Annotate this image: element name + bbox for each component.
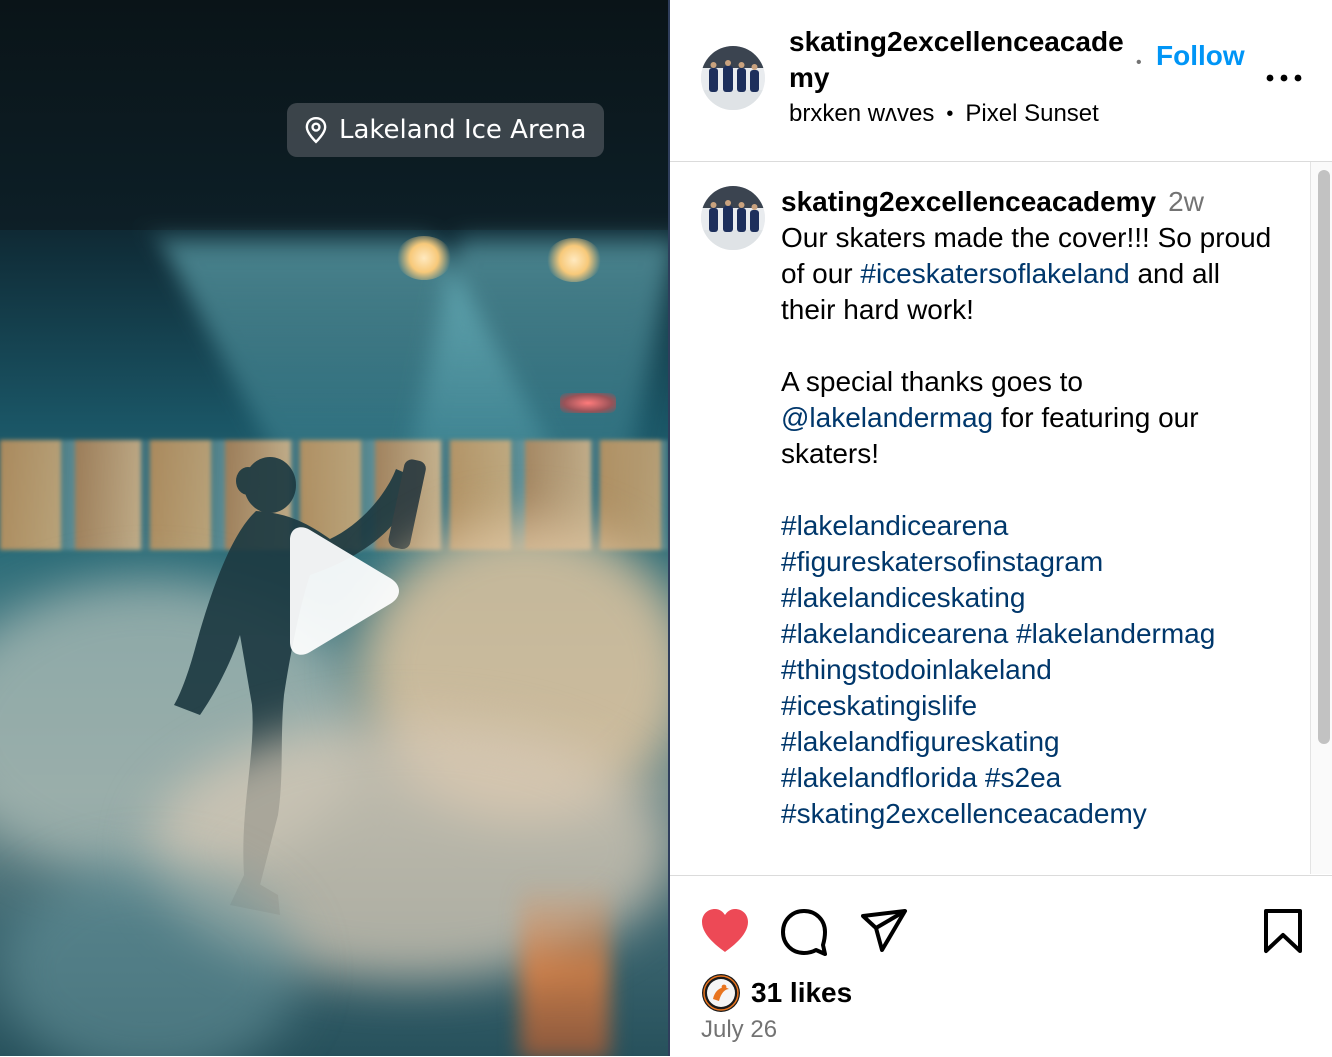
avatar-image [701,186,765,250]
exit-sign-glow [560,393,616,413]
hashtag-link[interactable]: #lakelandiceskating [781,582,1025,613]
likes-count[interactable]: 31 likes [751,977,852,1009]
audio-artist: brxken wʌves [789,100,935,127]
audio-track: Pixel Sunset [965,100,1099,127]
avatar-image [701,46,765,110]
hashtag-link[interactable]: #iceskatersoflakeland [860,258,1129,289]
header-username[interactable]: skating2excellenceacademy [789,24,1129,96]
post-date[interactable]: July 26 [701,1016,777,1044]
spotlight [396,236,452,280]
spotlight [546,238,602,282]
follow-button[interactable]: Follow [1156,40,1245,72]
hashtag-link[interactable]: #figureskatersofinstagram [781,546,1103,577]
play-icon[interactable] [270,522,406,660]
likes-row[interactable]: 31 likes [701,973,852,1013]
audio-info[interactable]: brxken wʌves • Pixel Sunset [789,100,1099,128]
location-tag[interactable]: Lakeland Ice Arena [287,103,605,157]
map-pin-icon [305,116,327,144]
action-bar: 31 likes July 26 [670,875,1332,1057]
mention-link[interactable]: @lakelandermag [781,402,993,433]
location-label: Lakeland Ice Arena [339,115,587,145]
hashtag-link[interactable]: #lakelandermag [1016,618,1215,649]
more-options-icon[interactable] [1264,60,1304,96]
liker-avatar[interactable] [701,973,741,1013]
separator-dot: • [1136,54,1142,71]
hashtag-link[interactable]: #skating2excellenceacademy [781,798,1147,829]
hashtag-link[interactable]: #lakelandicearena [781,510,1008,541]
hashtag-link[interactable]: #thingstodoinlakeland [781,654,1052,685]
scrollbar-thumb[interactable] [1318,170,1330,744]
heart-icon[interactable] [700,908,750,954]
arena-logo-icon [702,974,740,1012]
floor-reflection [520,880,610,1056]
caption-username[interactable]: skating2excellenceacademy [781,186,1156,217]
caption-text: skating2excellenceacademy 2w Our skaters … [781,184,1281,832]
post-header: skating2excellenceacademy • Follow brxke… [670,0,1332,162]
hashtag-link[interactable]: #s2ea [985,762,1061,793]
post-video[interactable]: Lakeland Ice Arena [0,0,668,1056]
hashtag-link[interactable]: #lakelandflorida [781,762,977,793]
profile-avatar[interactable] [701,46,765,110]
comment-icon[interactable] [780,908,828,956]
caption-avatar[interactable] [701,186,765,250]
caption-line: A special thanks goes to [781,366,1083,397]
post-age[interactable]: 2w [1168,186,1204,217]
hashtag-link[interactable]: #lakelandicearena [781,618,1008,649]
post-details-panel: skating2excellenceacademy • Follow brxke… [670,0,1332,1056]
share-icon[interactable] [860,908,908,954]
bookmark-icon[interactable] [1262,908,1304,954]
separator-dot: • [946,102,954,125]
hashtag-link[interactable]: #iceskatingislife [781,690,977,721]
caption-area[interactable]: skating2excellenceacademy 2w Our skaters … [670,162,1310,874]
hashtag-link[interactable]: #lakelandfigureskating [781,726,1060,757]
